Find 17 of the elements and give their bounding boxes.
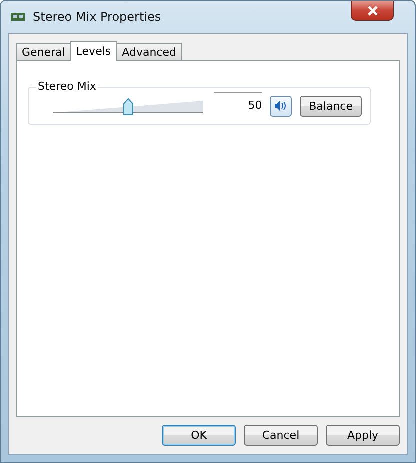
dialog-button[interactable]: Apply xyxy=(326,425,400,446)
volume-slider[interactable] xyxy=(53,97,202,115)
volume-value: 50 xyxy=(214,92,262,112)
close-icon xyxy=(366,6,378,16)
mute-button[interactable] xyxy=(270,96,292,116)
window-title: Stereo Mix Properties xyxy=(33,10,162,24)
sound-card-icon xyxy=(11,12,25,22)
tab[interactable]: Levels xyxy=(70,41,118,61)
dialog-button[interactable]: Cancel xyxy=(244,425,318,446)
slider-thumb[interactable] xyxy=(122,98,134,116)
tab[interactable]: General xyxy=(16,43,72,60)
tab[interactable]: Advanced xyxy=(116,43,182,60)
group-label: Stereo Mix xyxy=(36,80,98,93)
close-button[interactable] xyxy=(351,1,394,21)
dialog-button[interactable]: OK xyxy=(162,425,236,446)
speaker-icon xyxy=(274,100,288,112)
balance-button[interactable]: Balance xyxy=(300,96,362,116)
